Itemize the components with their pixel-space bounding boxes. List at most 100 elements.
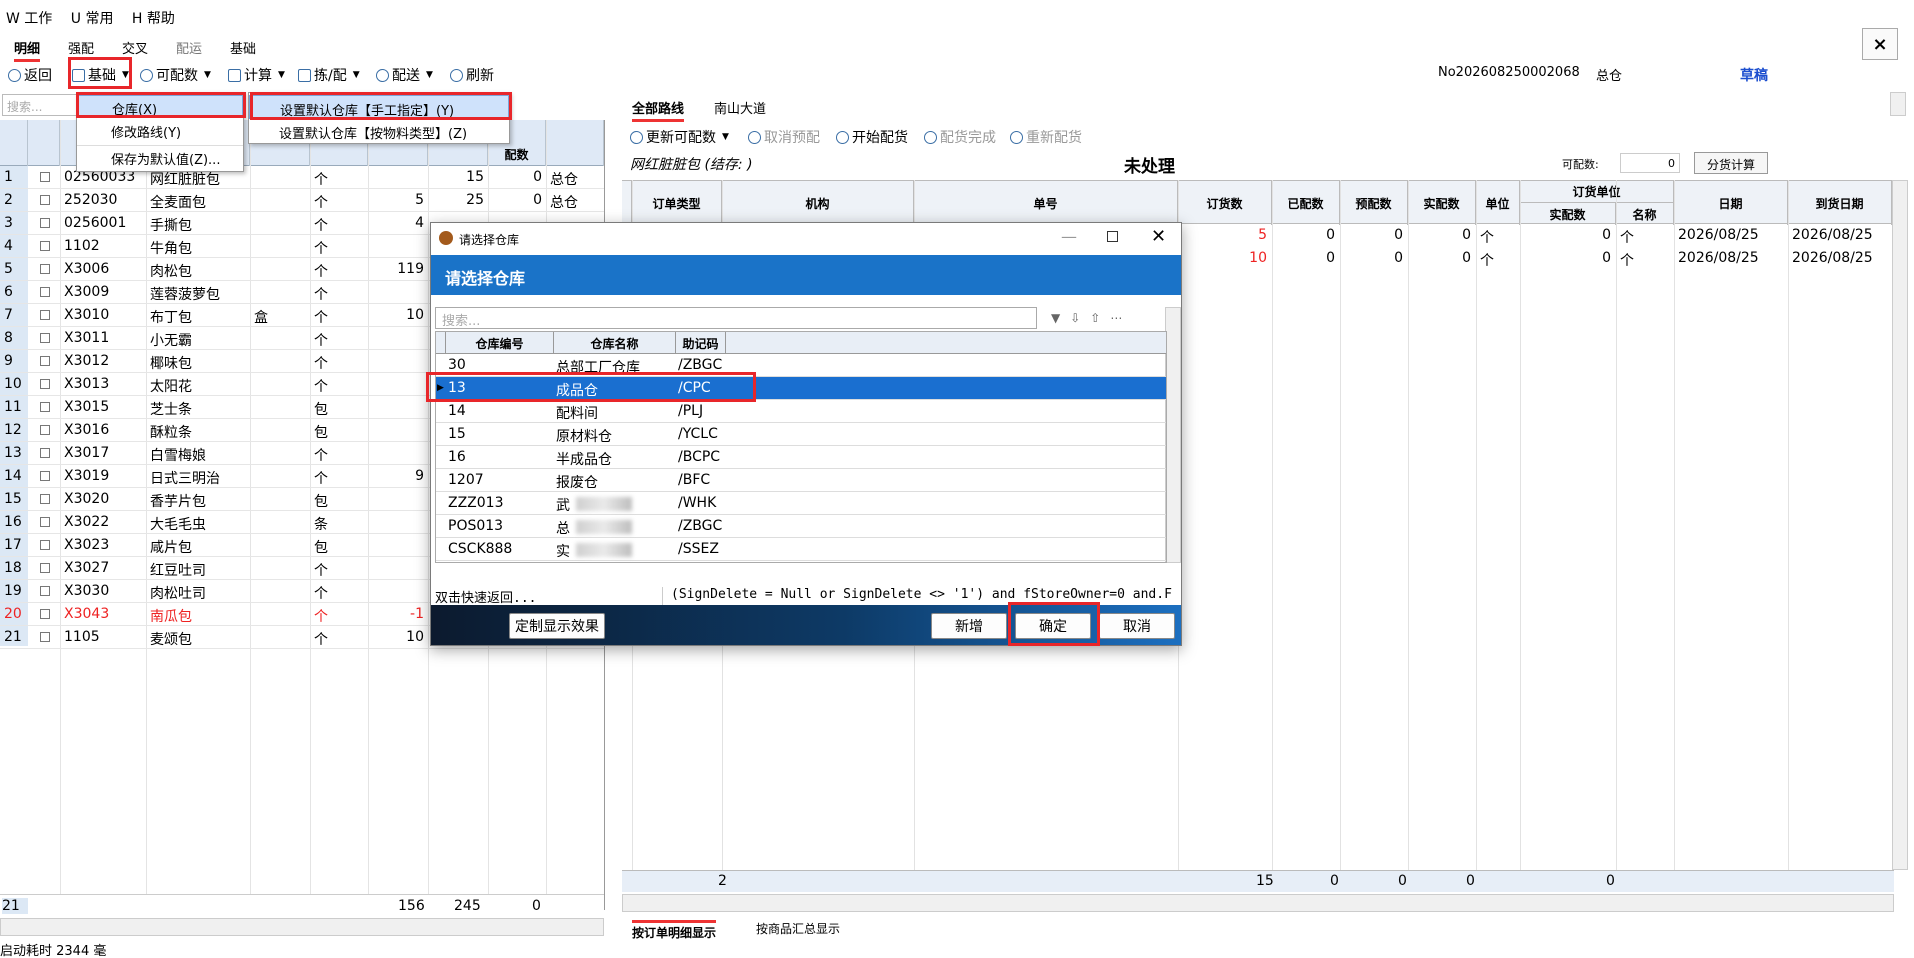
cancel-button[interactable]: 取消 bbox=[1099, 613, 1175, 639]
allocatable-input[interactable]: 0 bbox=[1620, 153, 1680, 173]
tab-cross[interactable]: 交叉 bbox=[122, 38, 148, 57]
dialog-title: 请选择仓库 bbox=[459, 233, 520, 247]
item-subtitle: 网红脏脏包 (结存: ) bbox=[630, 157, 753, 173]
row-checkbox[interactable] bbox=[40, 402, 50, 412]
row-checkbox[interactable] bbox=[40, 540, 50, 550]
refresh-icon bbox=[450, 68, 463, 82]
maximize-icon[interactable] bbox=[1107, 231, 1118, 242]
menu-bar: W 工作 U 常用 H 帮助 bbox=[0, 8, 1914, 30]
pick-icon bbox=[298, 68, 311, 82]
left-hscrollbar[interactable] bbox=[0, 918, 604, 936]
module-tabs: 明细 强配 交叉 配运 基础 bbox=[0, 36, 1914, 62]
close-button[interactable]: × bbox=[1862, 28, 1898, 60]
more-icon[interactable]: ⋯ bbox=[1110, 311, 1122, 325]
row-checkbox[interactable] bbox=[40, 586, 50, 596]
warehouse-row[interactable]: POS013 总/ZBGC bbox=[436, 515, 1166, 538]
warehouse-row[interactable]: 16 半成品仓/BCPC bbox=[436, 446, 1166, 469]
warehouse-row[interactable]: ZZZ013 武/WHK bbox=[436, 492, 1166, 515]
split-calc-button[interactable]: 分货计算 bbox=[1694, 152, 1768, 174]
warehouse-search-input[interactable]: 搜索... bbox=[435, 307, 1037, 329]
row-checkbox[interactable] bbox=[40, 632, 50, 642]
alloc-done-button[interactable]: 配货完成 bbox=[924, 127, 996, 147]
right-dropdown[interactable] bbox=[1890, 92, 1906, 116]
menu-common[interactable]: U 常用 bbox=[71, 11, 114, 27]
update-allocatable-button[interactable]: 更新可配数 ▼ bbox=[630, 127, 729, 147]
realloc-button[interactable]: 重新配货 bbox=[1010, 127, 1082, 147]
menu-item-edit-route[interactable]: 修改路线(Y) bbox=[77, 119, 243, 141]
row-checkbox[interactable] bbox=[40, 287, 50, 297]
check-icon bbox=[376, 68, 389, 82]
row-checkbox[interactable] bbox=[40, 195, 50, 205]
undo-icon bbox=[748, 130, 761, 144]
tab-basic[interactable]: 基础 bbox=[230, 38, 256, 57]
right-grid-header: 订单类型 机构 单号 订货数 已配数 预配数 实配数 单位 订货单位 实配数 名… bbox=[622, 180, 1892, 225]
chevron-down-icon: ▼ bbox=[352, 70, 360, 80]
menu-help[interactable]: H 帮助 bbox=[132, 11, 175, 27]
row-checkbox[interactable] bbox=[40, 241, 50, 251]
pick-button[interactable]: 拣/配 ▼ bbox=[298, 65, 360, 85]
tab-force[interactable]: 强配 bbox=[68, 38, 94, 57]
row-checkbox[interactable] bbox=[40, 425, 50, 435]
warehouse-row[interactable]: 15 原材料仓/YCLC bbox=[436, 423, 1166, 446]
row-checkbox[interactable] bbox=[40, 563, 50, 573]
row-checkbox[interactable] bbox=[40, 333, 50, 343]
table-row[interactable]: 2 252030 全麦面包个 5 25 0 总仓 bbox=[0, 189, 604, 212]
warehouse-row[interactable]: 14 配料间/PLJ bbox=[436, 400, 1166, 423]
dispatch-button[interactable]: 配送 ▼ bbox=[376, 65, 433, 85]
refresh-icon bbox=[140, 68, 153, 82]
highlight-ok-button bbox=[1008, 602, 1100, 646]
row-checkbox[interactable] bbox=[40, 471, 50, 481]
menu-item-set-default-by-type[interactable]: 设置默认仓库【按物料类型】(Z) bbox=[249, 119, 509, 143]
menu-work[interactable]: W 工作 bbox=[6, 11, 52, 27]
tab-product-summary[interactable]: 按商品汇总显示 bbox=[756, 920, 840, 937]
dialog-vscrollbar[interactable] bbox=[1165, 307, 1181, 563]
close-icon[interactable]: ✕ bbox=[1151, 226, 1166, 247]
start-alloc-button[interactable]: 开始配货 bbox=[836, 127, 908, 147]
route-tabs: 全部路线 南山大道 bbox=[620, 96, 1910, 122]
highlight-basic bbox=[68, 57, 132, 89]
row-checkbox[interactable] bbox=[40, 448, 50, 458]
row-checkbox[interactable] bbox=[40, 379, 50, 389]
right-subheader: 网红脏脏包 (结存: ) 未处理 可配数: 0 分货计算 bbox=[630, 152, 1900, 177]
highlight-selected-row bbox=[426, 372, 756, 402]
filter-icon[interactable]: ▼ bbox=[1051, 311, 1060, 325]
row-checkbox[interactable] bbox=[40, 218, 50, 228]
menu-item-save-default[interactable]: 保存为默认值(Z)... bbox=[77, 145, 243, 168]
right-vscrollbar[interactable] bbox=[1892, 180, 1908, 870]
chevron-down-icon: ▼ bbox=[278, 70, 285, 80]
tab-nanshan[interactable]: 南山大道 bbox=[714, 98, 766, 117]
custom-display-button[interactable]: 定制显示效果 bbox=[509, 613, 605, 639]
row-checkbox[interactable] bbox=[40, 494, 50, 504]
refresh-button[interactable]: 刷新 bbox=[450, 65, 494, 85]
back-icon bbox=[8, 68, 21, 82]
back-button[interactable]: 返回 bbox=[8, 65, 52, 85]
minimize-icon[interactable]: — bbox=[1061, 227, 1077, 246]
sort-up-icon[interactable]: ⇧ bbox=[1090, 311, 1100, 325]
status-bar: 启动耗时 2344 毫 bbox=[0, 944, 107, 958]
warehouse-grid: 仓库编号 仓库名称 助记码 30 总部工厂仓库/ZBGC ▶ 13 成品仓/CPC 14 配… bbox=[435, 331, 1167, 563]
left-search-input[interactable]: 搜索... bbox=[2, 94, 82, 116]
cancel-prealloc-button[interactable]: 取消预配 bbox=[748, 127, 820, 147]
doc-state: 草稿 bbox=[1740, 68, 1768, 84]
row-checkbox[interactable] bbox=[40, 609, 50, 619]
warehouse-row[interactable]: CSCK888 实/SSEZ bbox=[436, 538, 1166, 561]
row-checkbox[interactable] bbox=[40, 356, 50, 366]
tab-order-detail[interactable]: 按订单明细显示 bbox=[632, 920, 717, 941]
row-checkbox[interactable] bbox=[40, 517, 50, 527]
tab-all-routes[interactable]: 全部路线 bbox=[632, 98, 685, 122]
row-checkbox[interactable] bbox=[40, 310, 50, 320]
calc-button[interactable]: 计算 ▼ bbox=[228, 65, 285, 85]
check-icon bbox=[836, 130, 849, 144]
left-grid-footer: 21 156 245 0 bbox=[0, 894, 604, 916]
allocatable-button[interactable]: 可配数 ▼ bbox=[140, 65, 211, 85]
tab-detail[interactable]: 明细 bbox=[14, 38, 41, 62]
add-button[interactable]: 新增 bbox=[931, 613, 1007, 639]
row-checkbox[interactable] bbox=[40, 172, 50, 182]
sort-down-icon[interactable]: ⇩ bbox=[1070, 311, 1080, 325]
warehouse-row[interactable]: 1207 报废仓/BFC bbox=[436, 469, 1166, 492]
row-checkbox[interactable] bbox=[40, 264, 50, 274]
app-icon bbox=[439, 231, 453, 245]
refresh-icon bbox=[630, 130, 643, 144]
right-hscrollbar[interactable] bbox=[622, 894, 1894, 912]
tab-transport[interactable]: 配运 bbox=[176, 38, 202, 57]
